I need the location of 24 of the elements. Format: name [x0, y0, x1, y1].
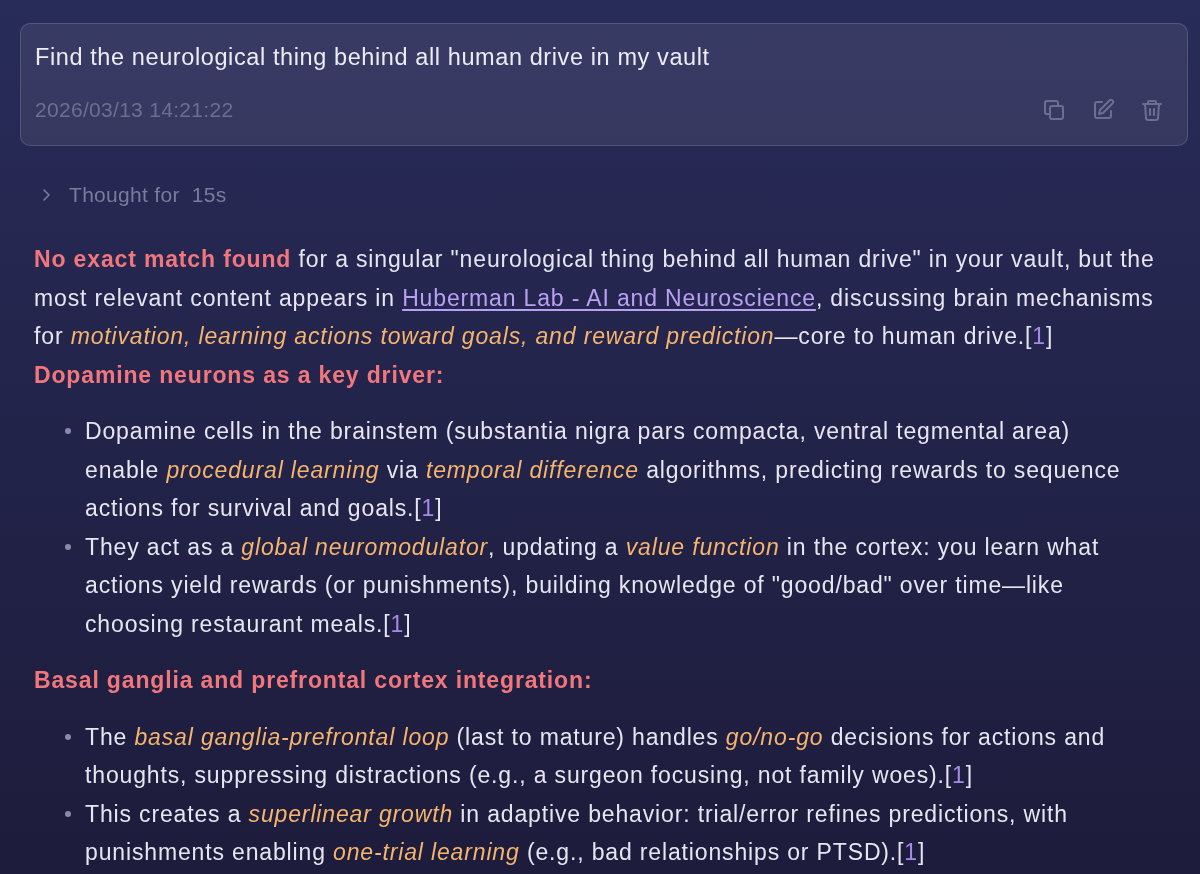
list-item-text: They act as a global neuromodulator, updating a value function in the cortex: you learn what actions yield rewards (or punishments), building knowledge of "good/bad" over time—like choosing restaurant meals.[1]: [85, 532, 1101, 639]
citation-link[interactable]: 1: [390, 610, 405, 637]
bullet-icon: [65, 543, 71, 550]
citation-link[interactable]: 1: [952, 762, 966, 788]
trash-icon: [1140, 98, 1164, 122]
thought-toggle[interactable]: Thought for 15s: [41, 181, 227, 209]
list-item-text: This creates a superlinear growth in adaptive behavior: trial/error refines predictions, with punishments enabling one-trial learning (e.g., bad relationships or PTSD).[1]: [85, 799, 1069, 867]
section-heading: Basal ganglia and prefrontal cortex integration:: [34, 666, 594, 695]
bullet-icon: [65, 733, 71, 740]
message-timestamp: 2026/03/13 14:21:22: [35, 97, 234, 123]
citation-link[interactable]: 1: [1032, 323, 1046, 349]
edit-button[interactable]: [1091, 98, 1115, 122]
copy-button[interactable]: [1042, 98, 1066, 122]
source-link[interactable]: Huberman Lab - AI and Neuroscience: [402, 284, 816, 311]
section-heading: Dopamine neurons as a key driver:: [34, 360, 446, 390]
answer-paragraph: No exact match found for a singular "neurological thing behind all human drive" in your vault, but the most relevant content appears in Huberman Lab - AI and Neuroscience, discussing brain mechanisms for motivation, learning actions toward goals, and reward prediction—core to human drive.[1]: [34, 245, 1156, 351]
bullet-icon: [65, 810, 71, 817]
citation-link[interactable]: 1: [421, 495, 436, 521]
delete-button[interactable]: [1140, 98, 1164, 122]
bullet-icon: [65, 428, 71, 434]
citation-link[interactable]: 1: [904, 839, 918, 865]
edit-icon: [1091, 98, 1115, 122]
copy-icon: [1042, 98, 1066, 122]
message-text: Find the neurological thing behind all human drive in my vault: [35, 43, 711, 72]
